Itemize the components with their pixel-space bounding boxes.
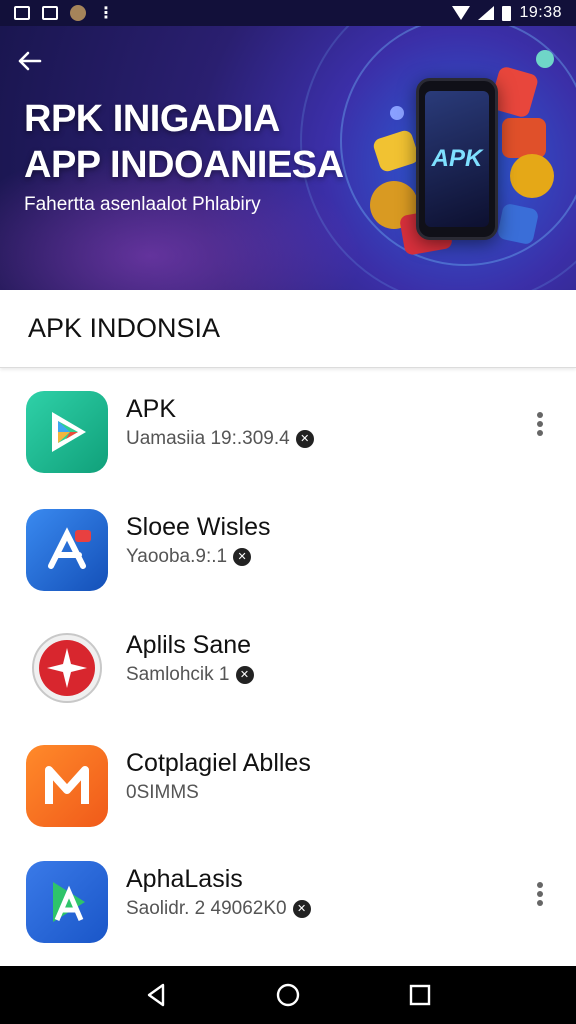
x-badge-icon: ✕ — [295, 430, 314, 448]
x-badge-icon: ✕ — [235, 666, 254, 684]
app-meta: Samlohcik 1 ✕ — [126, 664, 254, 686]
app-name: AphaLasis — [126, 865, 243, 893]
more-options-button[interactable] — [530, 408, 550, 440]
hero-banner: RPK INIGADIA APP INDOANIESA Fahertta ase… — [0, 26, 576, 290]
battery-icon — [502, 5, 512, 21]
deco-coin-stack — [510, 154, 554, 198]
a-logo-icon — [26, 861, 108, 943]
section-title: APK INDONSIA — [28, 313, 221, 343]
clock: 19:38 — [519, 4, 562, 21]
app-meta: Uamasiia 19:.309.4 ✕ — [126, 428, 314, 450]
app-name: APK — [126, 395, 177, 423]
app-text: Sloee Wisles Yaooba.9:.1 ✕ — [126, 512, 271, 568]
back-triangle-icon — [147, 983, 165, 1007]
app-meta: Yaooba.9:.1 ✕ — [126, 546, 271, 568]
play-store-icon — [26, 391, 108, 473]
home-circle-icon — [276, 983, 300, 1007]
m-logo-icon — [26, 745, 108, 827]
dot-icon — [537, 430, 543, 436]
dot-icon — [537, 421, 543, 427]
dots-icon: ⋮ — [98, 5, 114, 22]
content-card: APK INDONSIA APK Uamasiia 19:.309.4 ✕ Sl… — [0, 290, 576, 966]
hero-subtitle: Fahertta asenlaalot Phlabiry — [24, 194, 261, 215]
x-badge-icon: ✕ — [233, 548, 252, 566]
app-name: Aplils Sane — [126, 631, 252, 659]
status-right-icons: 19:38 — [452, 4, 562, 22]
status-bar: ⋮ 19:38 — [0, 0, 576, 26]
app-meta-text: Yaooba.9:.1 — [126, 546, 228, 567]
star-badge-icon — [26, 627, 108, 709]
app-name: Sloee Wisles — [126, 513, 271, 541]
arrow-left-icon — [18, 51, 42, 71]
app-meta-text: Saolidr. 2 49062K0 — [126, 898, 287, 919]
app-item-aphalasis[interactable]: AphaLasis Saolidr. 2 49062K0 ✕ — [0, 852, 576, 952]
dot-icon — [537, 891, 543, 897]
back-arrow-button[interactable] — [16, 48, 46, 74]
app-text: AphaLasis Saolidr. 2 49062K0 ✕ — [126, 864, 311, 920]
recents-square-icon — [409, 984, 431, 1006]
app-item-aplils-sane[interactable]: Aplils Sane Samlohcik 1 ✕ — [0, 618, 576, 718]
x-badge-icon: ✕ — [292, 900, 311, 918]
dot-icon — [537, 900, 543, 906]
status-left-icons: ⋮ — [14, 3, 114, 23]
phone-illustration: APK — [416, 78, 498, 240]
deco-dot-small — [390, 106, 404, 120]
hero-title-line2: APP INDOANIESA — [24, 144, 344, 186]
app-meta: 0SIMMS — [126, 782, 311, 804]
nav-recents-button[interactable] — [400, 975, 440, 1015]
gallery-icon — [14, 6, 30, 20]
hero-title-line1: RPK INIGADIA — [24, 98, 280, 140]
dot-icon — [537, 412, 543, 418]
section-header: APK INDONSIA — [0, 290, 576, 368]
deco-dot — [536, 50, 554, 68]
app-text: APK Uamasiia 19:.309.4 ✕ — [126, 394, 314, 450]
app-meta-text: 0SIMMS — [126, 782, 199, 803]
deco-tile-blue — [496, 202, 540, 246]
dot-icon — [537, 882, 543, 888]
signal-icon — [478, 6, 495, 20]
app-item-cotplagiel-ablles[interactable]: Cotplagiel Ablles 0SIMMS — [0, 736, 576, 836]
app-text: Cotplagiel Ablles 0SIMMS — [126, 748, 311, 804]
more-options-button[interactable] — [530, 878, 550, 910]
deco-tile-orange — [502, 118, 546, 158]
hero-title: RPK INIGADIA APP INDOANIESA — [24, 96, 364, 188]
app-name: Cotplagiel Ablles — [126, 749, 311, 777]
app-text: Aplils Sane Samlohcik 1 ✕ — [126, 630, 254, 686]
app-store-icon — [26, 509, 108, 591]
app-meta: Saolidr. 2 49062K0 ✕ — [126, 898, 311, 920]
photo-icon — [42, 6, 58, 20]
app-item-sloee-wisles[interactable]: Sloee Wisles Yaooba.9:.1 ✕ — [0, 500, 576, 600]
navigation-bar — [0, 966, 576, 1024]
coin-icon — [70, 5, 86, 21]
nav-back-button[interactable] — [136, 975, 176, 1015]
app-meta-text: Uamasiia 19:.309.4 — [126, 428, 290, 449]
app-item-apk[interactable]: APK Uamasiia 19:.309.4 ✕ — [0, 382, 576, 482]
wifi-icon — [452, 6, 471, 20]
app-meta-text: Samlohcik 1 — [126, 664, 230, 685]
nav-home-button[interactable] — [268, 975, 308, 1015]
phone-screen: APK — [425, 91, 489, 227]
